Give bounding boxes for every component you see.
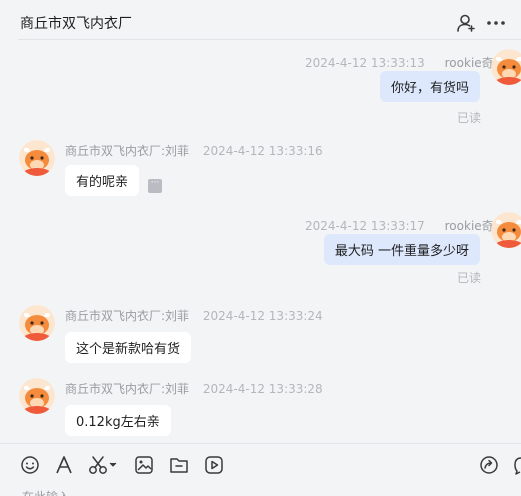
message-timestamp: 2024-4-12 13:33:13 [305, 56, 425, 70]
message-meta: 2024-4-12 13:33:17 rookie奇 [305, 217, 494, 234]
avatar-mascot-icon [19, 140, 55, 176]
message-list[interactable]: 2024-4-12 13:33:13 rookie奇 你好，有货吗 已读 商丘市… [0, 40, 521, 443]
avatar-mascot-icon [491, 49, 521, 85]
avatar[interactable] [491, 49, 521, 85]
emoji-icon[interactable] [20, 455, 40, 475]
message-sender: 商丘市双飞内衣厂:刘菲 [65, 382, 190, 396]
person-add-icon[interactable] [456, 13, 476, 33]
message-input-placeholder[interactable]: 在此输入... [22, 488, 81, 496]
avatar-mascot-icon [19, 378, 55, 414]
message-sender: rookie奇 [444, 56, 494, 70]
message-bubble[interactable]: 最大码 一件重量多少呀 [323, 234, 480, 265]
message-row: 商丘市双飞内衣厂:刘菲 2024-4-12 13:33:28 0.12kg左右亲 [0, 371, 521, 437]
message-row: 2024-4-12 13:33:13 rookie奇 你好，有货吗 已读 [0, 45, 521, 125]
chat-icon[interactable] [513, 455, 521, 475]
video-icon[interactable] [204, 455, 224, 475]
folder-icon[interactable] [169, 455, 189, 475]
avatar[interactable] [19, 305, 55, 341]
message-more-icon[interactable]: ··· [148, 179, 162, 193]
avatar[interactable] [19, 140, 55, 176]
message-meta: 商丘市双飞内衣厂:刘菲 2024-4-12 13:33:16 [65, 142, 323, 159]
message-row: 2024-4-12 13:33:17 rookie奇 最大码 一件重量多少呀 已… [0, 208, 521, 288]
message-input-area[interactable]: 在此输入... [0, 484, 521, 496]
message-timestamp: 2024-4-12 13:33:24 [202, 309, 323, 323]
quick-reply-icon[interactable] [479, 455, 499, 475]
message-timestamp: 2024-4-12 13:33:16 [202, 144, 323, 158]
composer-toolbar [0, 443, 521, 484]
message-row: 商丘市双飞内衣厂:刘菲 2024-4-12 13:33:16 有的呢亲 ··· [0, 133, 521, 205]
message-bubble[interactable]: 你好，有货吗 [379, 71, 480, 102]
read-status: 已读 [457, 111, 482, 125]
message-bubble[interactable]: 这个是新款哈有货 [65, 332, 192, 363]
message-timestamp: 2024-4-12 13:33:28 [202, 382, 323, 396]
avatar-mascot-icon [19, 305, 55, 341]
avatar-mascot-icon [491, 212, 521, 248]
read-status: 已读 [457, 271, 482, 285]
font-icon[interactable] [54, 455, 74, 475]
more-icon[interactable] [486, 13, 506, 33]
message-bubble[interactable]: 有的呢亲 [65, 165, 140, 196]
image-icon[interactable] [134, 455, 154, 475]
message-meta: 商丘市双飞内衣厂:刘菲 2024-4-12 13:33:28 [65, 380, 323, 397]
scissors-icon[interactable] [88, 455, 118, 475]
avatar[interactable] [491, 212, 521, 248]
chat-header: 商丘市双飞内衣厂 [0, 0, 521, 40]
message-sender: rookie奇 [444, 219, 494, 233]
message-bubble[interactable]: 0.12kg左右亲 [65, 405, 171, 436]
message-timestamp: 2024-4-12 13:33:17 [305, 219, 425, 233]
message-meta: 2024-4-12 13:33:13 rookie奇 [305, 54, 494, 71]
message-meta: 商丘市双飞内衣厂:刘菲 2024-4-12 13:33:24 [65, 307, 323, 324]
avatar[interactable] [19, 378, 55, 414]
message-sender: 商丘市双飞内衣厂:刘菲 [65, 309, 190, 323]
chat-title: 商丘市双飞内衣厂 [20, 16, 132, 32]
message-row: 商丘市双飞内衣厂:刘菲 2024-4-12 13:33:24 这个是新款哈有货 [0, 298, 521, 364]
message-sender: 商丘市双飞内衣厂:刘菲 [65, 144, 190, 158]
